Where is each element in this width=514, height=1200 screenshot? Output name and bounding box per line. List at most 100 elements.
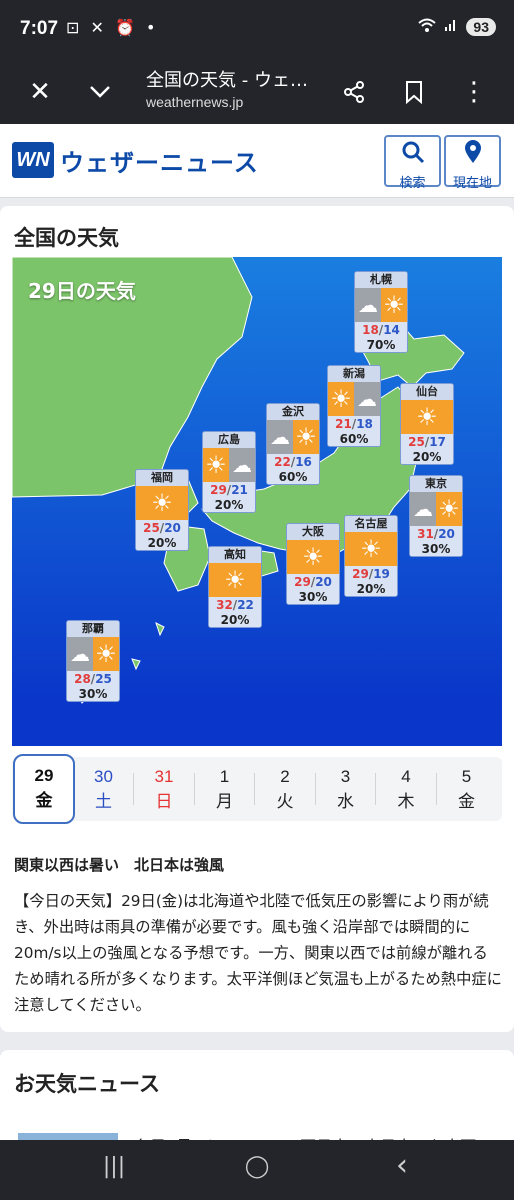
city-name: 高知 [209, 547, 261, 563]
location-label: 現在地 [452, 176, 492, 191]
weekday: 金 [35, 791, 53, 811]
browser-toolbar: ✕ 全国の天気 - ウェ… weathernews.jp ⋮ [0, 60, 514, 124]
weather-icon: ☀ [287, 540, 339, 574]
low-temp: 18 [356, 417, 373, 431]
sun-icon: ☀ [328, 382, 354, 416]
low-temp: 14 [383, 323, 400, 337]
bookmark-icon[interactable] [394, 72, 434, 112]
notification-icons: ⊡ ✕ ⏰ • [66, 18, 159, 37]
rain-chance: 60% [328, 432, 380, 446]
high-temp: 29 [294, 575, 311, 589]
section-title: 全国の天気 [14, 226, 119, 250]
high-temp: 29 [210, 483, 227, 497]
city-forecast[interactable]: 札幌 ☁ ☀ 18/14 70% [354, 271, 408, 353]
home-icon[interactable]: ◯ [237, 1154, 277, 1179]
high-temp: 31 [417, 527, 434, 541]
recent-apps-icon[interactable]: ||| [94, 1154, 134, 1179]
map-date-label: 29日の天気 [28, 279, 136, 303]
date-tab[interactable]: 31 日 [134, 757, 194, 821]
news-section-title: お天気ニュース [14, 1072, 160, 1096]
weather-map[interactable]: 29日の天気 札幌 ☁ ☀ 18/14 70% 新潟 ☀ ☁ 21/18 60% 仙台 ☀ 25/17 2… [12, 257, 502, 746]
system-nav-bar: ||| ◯ ‹ [0, 1140, 514, 1200]
rain-chance: 20% [136, 536, 188, 550]
city-forecast[interactable]: 高知 ☀ 32/22 20% [208, 546, 262, 628]
date-number: 5 [461, 767, 472, 786]
rain-chance: 20% [345, 582, 397, 596]
weather-icon: ☀ [401, 400, 453, 434]
location-button[interactable]: 現在地 [444, 135, 501, 191]
city-forecast[interactable]: 大阪 ☀ 29/20 30% [286, 523, 340, 605]
rain-chance: 30% [410, 542, 462, 556]
cloud-icon: ☁ [67, 637, 93, 671]
city-name: 広島 [203, 432, 255, 448]
city-temperature: 21/18 [328, 416, 380, 432]
rain-chance: 20% [209, 613, 261, 627]
sun-icon: ☀ [209, 563, 261, 597]
low-temp: 20 [164, 521, 181, 535]
page-title[interactable]: 全国の天気 - ウェ… [146, 66, 321, 92]
site-header: WN ウェザーニュース 検索 現在地 [0, 124, 514, 198]
date-tab[interactable]: 1月 [195, 757, 255, 821]
city-forecast[interactable]: 名古屋 ☀ 29/19 20% [344, 515, 398, 597]
rain-chance: 30% [67, 687, 119, 701]
high-temp: 18 [362, 323, 379, 337]
page-url[interactable]: weathernews.jp [146, 94, 243, 110]
high-temp: 28 [74, 672, 91, 686]
high-temp: 22 [274, 455, 291, 469]
cloud-icon: ☁ [410, 492, 436, 526]
weather-icon: ☀ ☁ [203, 448, 255, 482]
date-number: 29 [34, 766, 54, 785]
city-forecast[interactable]: 新潟 ☀ ☁ 21/18 60% [327, 365, 381, 447]
date-number: 30 [94, 767, 113, 786]
low-temp: 22 [237, 598, 254, 612]
site-logo[interactable]: WN ウェザーニュース [12, 142, 259, 178]
city-forecast[interactable]: 福岡 ☀ 25/20 20% [135, 469, 189, 551]
low-temp: 20 [315, 575, 332, 589]
city-forecast[interactable]: 仙台 ☀ 25/17 20% [400, 383, 454, 465]
sun-icon: ☀ [287, 540, 339, 574]
date-number: 1 [219, 767, 230, 786]
high-temp: 25 [408, 435, 425, 449]
back-icon[interactable]: ‹ [382, 1148, 422, 1183]
city-temperature: 32/22 [209, 597, 261, 613]
wifi-icon [418, 18, 437, 36]
search-button[interactable]: 検索 [384, 135, 441, 191]
city-name: 東京 [410, 476, 462, 492]
city-temperature: 18/14 [355, 322, 407, 338]
city-forecast[interactable]: 東京 ☁ ☀ 31/20 30% [409, 475, 463, 557]
city-temperature: 22/16 [267, 454, 319, 470]
forecast-description: 【今日の天気】29日(金)は北海道や北陸で低気圧の影響により雨が続き、外出時は雨… [14, 892, 502, 1014]
city-temperature: 25/20 [136, 520, 188, 536]
chevron-down-icon[interactable] [80, 72, 120, 112]
city-name: 札幌 [355, 272, 407, 288]
more-options-icon[interactable]: ⋮ [454, 72, 494, 112]
city-name: 名古屋 [345, 516, 397, 532]
city-temperature: 31/20 [410, 526, 462, 542]
date-tab[interactable]: 30 土 [74, 757, 134, 821]
sun-icon: ☀ [381, 288, 407, 322]
date-tab[interactable]: 5金 [437, 757, 497, 821]
weekday: 月 [216, 792, 233, 812]
date-tab[interactable]: 29 金 [13, 754, 75, 824]
date-number: 4 [401, 767, 411, 786]
rain-chance: 30% [287, 590, 339, 604]
date-tab[interactable]: 3水 [316, 757, 376, 821]
sun-icon: ☀ [293, 420, 319, 454]
city-temperature: 29/20 [287, 574, 339, 590]
city-temperature: 25/17 [401, 434, 453, 450]
city-forecast[interactable]: 広島 ☀ ☁ 29/21 20% [202, 431, 256, 513]
city-forecast[interactable]: 那覇 ☁ ☀ 28/25 30% [66, 620, 120, 702]
close-icon[interactable]: ✕ [20, 72, 60, 112]
city-name: 大阪 [287, 524, 339, 540]
weekday: 木 [397, 792, 415, 812]
cloud-icon: ☁ [355, 288, 381, 322]
location-pin-icon [446, 140, 499, 170]
city-forecast[interactable]: 金沢 ☁ ☀ 22/16 60% [266, 403, 320, 485]
rain-chance: 70% [355, 338, 407, 352]
share-icon[interactable] [334, 72, 374, 112]
date-tab[interactable]: 2火 [255, 757, 315, 821]
weather-icon: ☁ ☀ [67, 637, 119, 671]
weekday: 金 [458, 792, 475, 812]
status-bar: 7:07 ⊡ ✕ ⏰ • 93 [0, 0, 514, 60]
date-tab[interactable]: 4木 [376, 757, 436, 821]
